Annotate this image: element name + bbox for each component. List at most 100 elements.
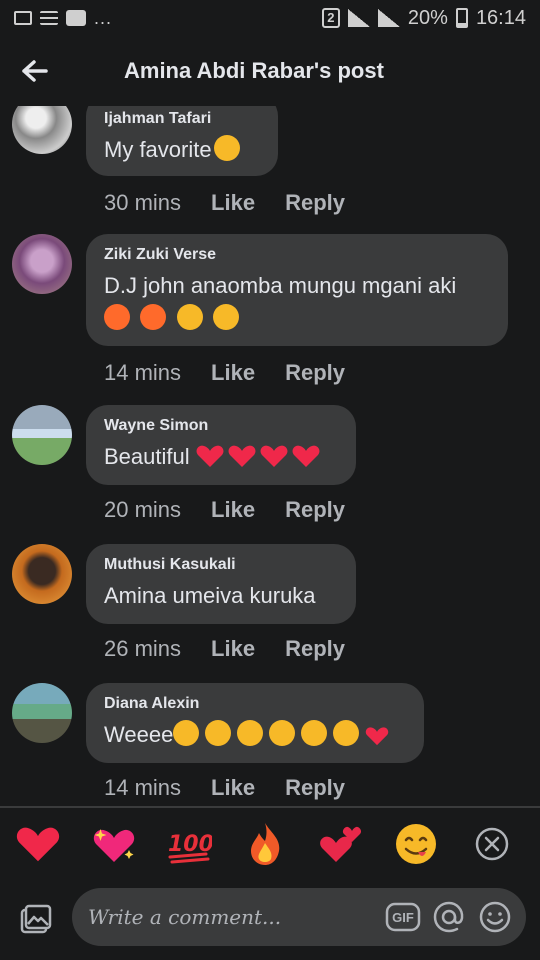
comment-text: D.J john anaomba mungu mgani aki [104,273,457,298]
quick-emoji-bar: 100 [0,808,540,880]
heart-eyes-emoji-icon [333,720,360,746]
comment-time: 30 mins [104,190,182,215]
avatar[interactable] [12,234,72,294]
comment-meta: 20 mins Like Reply [104,497,345,523]
list-notification-icon [40,11,58,25]
savoring-food-face-icon [396,824,437,864]
red-heart-reaction-button[interactable] [14,820,62,868]
battery-icon [455,8,468,28]
gif-label: GIF [392,910,414,925]
fire-icon [250,823,280,865]
comment-time: 14 mins [104,775,182,800]
notification-count-badge: 2 [321,8,340,28]
clock: 16:14 [475,6,526,29]
gif-button[interactable]: GIF [384,898,422,936]
heart-eyes-emoji-icon [205,720,232,746]
comment-author[interactable]: Muthusi Kasukali [104,556,338,574]
comment-emoji-row [104,304,490,331]
smiley-icon [479,901,511,933]
like-button[interactable]: Like [211,636,255,662]
comment-bubble[interactable]: Muthusi Kasukali Amina umeiva kuruka [86,544,356,624]
status-bar: ... 2 20% 16:14 [0,0,540,36]
hot-face-emoji-icon [104,304,130,330]
mention-button[interactable] [430,898,468,936]
comment-text-content: My favorite [104,137,212,162]
comment-text: My favorite [104,134,260,166]
savoring-food-face-reaction-button[interactable] [392,820,440,868]
like-button[interactable]: Like [211,190,255,216]
photo-icon [20,904,52,934]
page-title: Amina Abdi Rabar's post [124,58,384,83]
comment-time: 20 mins [104,497,182,522]
crying-face-emoji-icon [176,304,203,330]
comment-bubble[interactable]: Wayne Simon Beautiful [86,405,356,485]
reply-button[interactable]: Reply [285,360,345,386]
red-heart-icon [292,445,320,467]
heart-eyes-emoji-icon [237,720,264,746]
emoji-button[interactable] [476,898,514,936]
comment-bubble[interactable]: Diana Alexin Weeee [86,683,424,763]
red-heart-icon [228,445,256,467]
like-button[interactable]: Like [211,360,255,386]
comments-list[interactable]: Ijahman Tafari My favorite 30 mins Like … [0,106,540,806]
image-notification-icon [14,11,32,25]
comment-text: Amina umeiva kuruka [104,583,316,608]
comment-time: 14 mins [104,360,182,385]
comment-text: Weeee [104,719,406,751]
chat-notification-icon [66,10,86,26]
heart-eyes-emoji-icon [173,720,200,746]
comment-bubble[interactable]: Ziki Zuki Verse D.J john anaomba mungu m… [86,234,508,346]
battery-percent: 20% [407,6,448,29]
two-hearts-icon [319,826,361,862]
sparkling-heart-reaction-button[interactable] [90,820,138,868]
comment-author[interactable]: Diana Alexin [104,695,406,713]
heart-eyes-emoji-icon [301,720,328,746]
comment-time: 26 mins [104,636,182,661]
close-emoji-bar-button[interactable] [468,820,516,868]
reply-button[interactable]: Reply [285,497,345,523]
heart-eyes-emoji-icon [269,720,296,746]
reply-button[interactable]: Reply [285,775,345,801]
arrow-left-icon [22,60,48,82]
hundred-points-icon: 100 [168,832,212,864]
comment-bubble[interactable]: Ijahman Tafari My favorite [86,106,278,176]
comment-author[interactable]: Ziki Zuki Verse [104,246,490,264]
avatar[interactable] [12,106,72,154]
comment-text-content: Beautiful [104,444,196,469]
post-header: Amina Abdi Rabar's post [0,36,540,106]
reply-button[interactable]: Reply [285,636,345,662]
add-photo-button[interactable] [0,885,70,955]
close-circle-icon [475,827,509,861]
status-left: ... [14,8,112,29]
comment-meta: 14 mins Like Reply [104,360,345,386]
reply-button[interactable]: Reply [285,190,345,216]
like-button[interactable]: Like [211,775,255,801]
red-heart-icon [196,445,224,467]
comment-author[interactable]: Ijahman Tafari [104,110,260,128]
at-sign-icon [433,901,464,933]
back-button[interactable] [0,36,70,106]
comment-author[interactable]: Wayne Simon [104,417,338,435]
comment-meta: 30 mins Like Reply [104,190,345,216]
two-hearts-reaction-button[interactable] [317,820,365,868]
comment-meta: 14 mins Like Reply [104,775,345,801]
fire-reaction-button[interactable] [241,820,289,868]
cell-signal-icon [377,9,400,27]
red-heart-icon [16,827,59,862]
red-heart-icon [366,727,389,746]
gif-icon: GIF [385,902,421,932]
comment-input-placeholder[interactable]: Write a comment... [88,905,376,929]
avatar[interactable] [12,405,72,465]
like-button[interactable]: Like [211,497,255,523]
avatar[interactable] [12,544,72,604]
comment-composer: Write a comment... GIF [0,880,540,960]
sparkling-heart-icon [93,829,134,862]
red-heart-icon [260,445,288,467]
crying-face-emoji-icon [213,304,240,330]
hundred-points-reaction-button[interactable]: 100 [165,820,213,868]
more-notifications-dots: ... [94,7,113,28]
avatar[interactable] [12,683,72,743]
comment-input-field[interactable]: Write a comment... GIF [72,888,526,946]
comment-text: Beautiful [104,441,338,473]
comment-meta: 26 mins Like Reply [104,636,345,662]
